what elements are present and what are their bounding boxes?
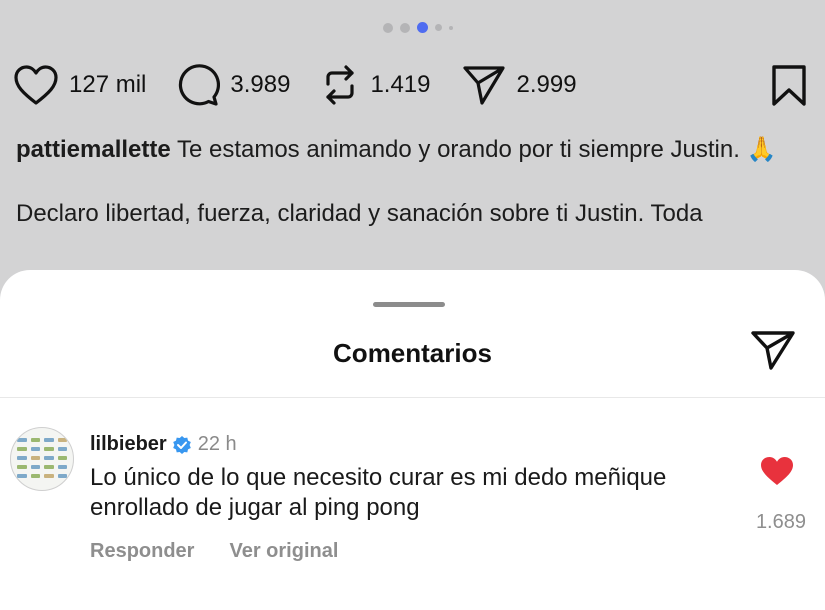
post-caption: pattiemallette Te estamos animando y ora… xyxy=(16,134,786,230)
heart-icon[interactable] xyxy=(13,64,59,106)
caption-text: Te estamos animando y orando por ti siem… xyxy=(176,136,777,163)
comments-count: 3.989 xyxy=(230,71,291,98)
comment-likes-count: 1.689 xyxy=(755,511,806,533)
send-icon[interactable] xyxy=(749,328,797,372)
comment-username[interactable]: lilbieber xyxy=(90,433,167,456)
caption-username[interactable]: pattiemallette xyxy=(16,136,171,163)
comment-time: 22 h xyxy=(197,433,237,455)
comment-text: Lo único de lo que necesito curar es mi … xyxy=(90,464,667,521)
comment-heart-icon[interactable] xyxy=(759,455,795,487)
like-action[interactable]: 127 mil xyxy=(13,64,146,106)
caption-line-2: Declaro libertad, fuerza, claridad y san… xyxy=(16,200,703,227)
carousel-dot xyxy=(449,25,453,30)
shares-count: 2.999 xyxy=(516,71,577,98)
send-icon[interactable] xyxy=(461,63,507,107)
post-actions-bar: 127 mil 3.989 1.419 2.999 xyxy=(13,60,807,110)
comment-action[interactable]: 3.989 xyxy=(176,63,290,107)
bookmark-icon[interactable] xyxy=(771,64,807,108)
sheet-divider xyxy=(0,397,825,398)
see-original-button[interactable]: Ver original xyxy=(229,540,338,563)
carousel-dot xyxy=(400,22,410,33)
comment-actions: Responder Ver original xyxy=(90,540,338,563)
sheet-title: Comentarios xyxy=(333,338,492,368)
sheet-drag-handle[interactable] xyxy=(373,302,445,307)
avatar[interactable] xyxy=(10,427,74,491)
caption-line-1: pattiemallette Te estamos animando y ora… xyxy=(16,134,786,166)
carousel-dot xyxy=(383,22,393,33)
carousel-dot-active xyxy=(417,22,428,33)
comment-icon[interactable] xyxy=(176,63,221,107)
verified-badge-icon xyxy=(172,435,191,454)
reply-button[interactable]: Responder xyxy=(90,540,194,563)
likes-count: 127 mil xyxy=(69,71,147,98)
share-action[interactable]: 2.999 xyxy=(461,63,577,107)
repost-icon[interactable] xyxy=(320,62,360,108)
comment-header: lilbieber 22 h xyxy=(90,433,237,456)
reposts-count: 1.419 xyxy=(370,71,431,98)
comment-item: lilbieber 22 h Lo único de lo que necesi… xyxy=(0,425,825,585)
carousel-dot xyxy=(435,24,442,31)
comments-sheet: Comentarios lilbieber 22 h Lo único de l… xyxy=(0,270,825,610)
carousel-dots xyxy=(383,22,453,33)
repost-action[interactable]: 1.419 xyxy=(320,62,431,108)
